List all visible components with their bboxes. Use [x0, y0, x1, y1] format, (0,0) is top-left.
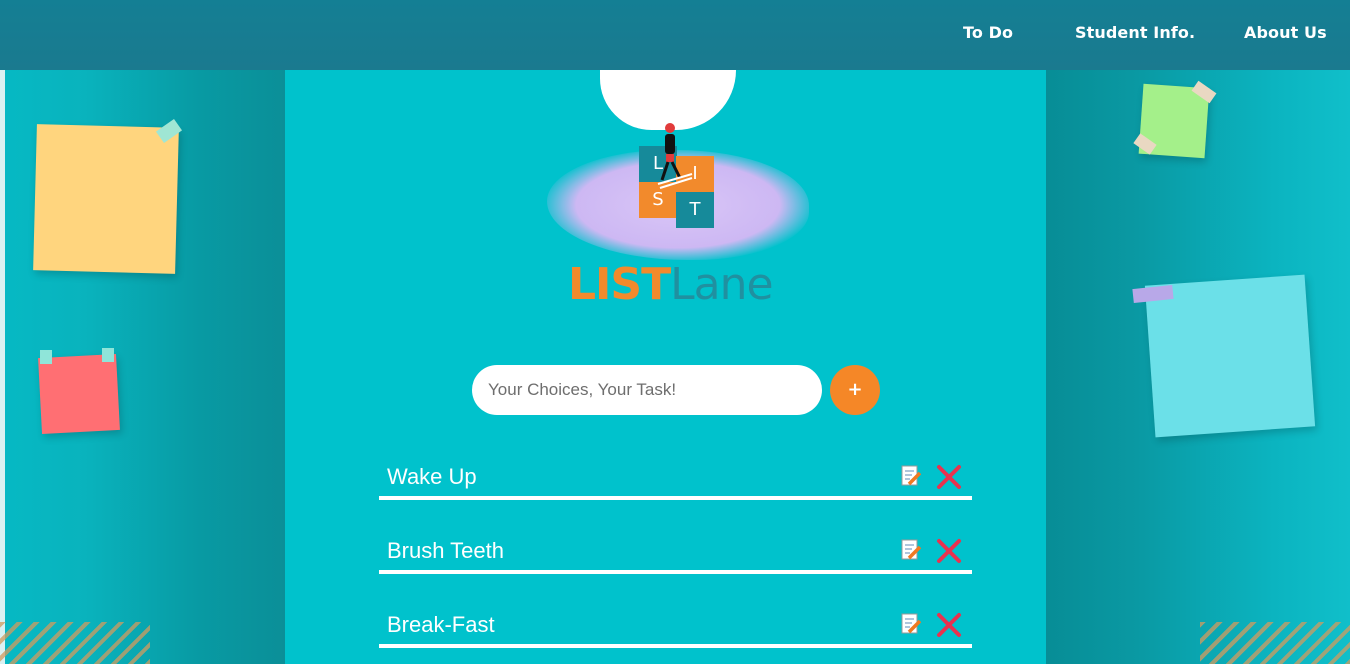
task-label: Break-Fast [387, 612, 495, 637]
decorative-stripes [0, 622, 150, 664]
walking-person-icon [657, 123, 693, 189]
close-x-icon[interactable] [936, 464, 962, 490]
brand-lane-text: Lane [670, 259, 773, 310]
brand-wordmark: LISTLane [568, 259, 774, 310]
top-navbar: To Do Student Info. About Us [0, 0, 1350, 70]
task-label: Wake Up [387, 464, 477, 489]
nav-link-todo[interactable]: To Do [963, 23, 1013, 42]
task-row: Brush Teeth [379, 526, 972, 574]
yellow-sticky-note [33, 124, 179, 274]
close-x-icon[interactable] [936, 538, 962, 564]
edit-note-icon[interactable] [901, 539, 921, 561]
task-row: Break-Fast [379, 600, 972, 648]
tape-strip [102, 348, 114, 362]
close-x-icon[interactable] [936, 612, 962, 638]
decorative-stripes [1200, 622, 1350, 664]
add-task-button[interactable]: + [830, 365, 880, 415]
edit-note-icon[interactable] [901, 465, 921, 487]
red-sticky-note [38, 354, 120, 434]
brand-list-text: LIST [568, 259, 671, 310]
logo-block-t: T [676, 192, 714, 228]
tape-strip [40, 350, 52, 364]
task-label: Brush Teeth [387, 538, 505, 563]
nav-link-student-info[interactable]: Student Info. [1075, 23, 1195, 42]
left-edge-strip [0, 70, 5, 664]
nav-link-about-us[interactable]: About Us [1244, 23, 1327, 42]
task-input[interactable] [472, 365, 822, 415]
edit-note-icon[interactable] [901, 613, 921, 635]
task-row: Wake Up [379, 452, 972, 500]
